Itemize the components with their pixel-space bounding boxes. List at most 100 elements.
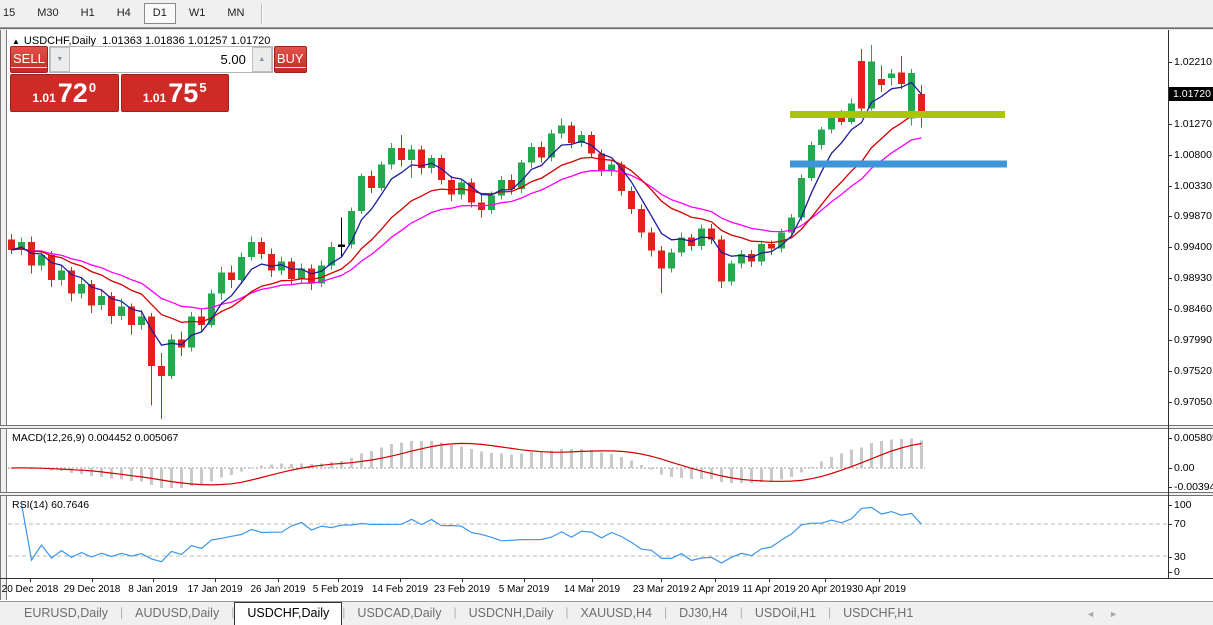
macd-tick-label: 0.00	[1174, 462, 1194, 474]
macd-histogram-bar	[860, 447, 863, 468]
date-tick-mark	[524, 578, 525, 582]
volume-increase-button[interactable]: ▲	[252, 47, 272, 72]
timeframe-button-15[interactable]: 15	[0, 3, 24, 24]
price-tick-mark	[1168, 309, 1172, 310]
macd-histogram-bar	[240, 468, 243, 471]
macd-histogram-bar	[230, 468, 233, 475]
candle	[158, 353, 165, 419]
macd-histogram-bar	[260, 465, 263, 468]
ma-slow-line	[12, 138, 922, 309]
macd-histogram-bar	[720, 468, 723, 482]
price-tick-mark	[1168, 247, 1172, 248]
candle	[298, 264, 305, 284]
macd-histogram-bar	[280, 464, 283, 469]
macd-histogram-bar	[890, 439, 893, 468]
candle	[338, 218, 345, 258]
macd-histogram-bar	[160, 468, 163, 488]
candle	[728, 260, 735, 285]
macd-histogram-bar	[540, 452, 543, 468]
date-tick-mark	[338, 578, 339, 582]
buy-price-box[interactable]: 1.01 75 5	[121, 74, 230, 112]
candle	[378, 161, 385, 191]
macd-histogram-bar	[480, 452, 483, 468]
sell-price-box[interactable]: 1.01 72 0	[10, 74, 119, 112]
sell-button[interactable]: SELL	[10, 46, 48, 73]
sell-price-pip: 0	[89, 80, 96, 95]
macd-histogram-bar	[340, 461, 343, 468]
timeframe-button-mn[interactable]: MN	[218, 3, 253, 24]
rsi-line	[22, 504, 922, 563]
date-label: 20 Apr 2019	[798, 584, 852, 595]
panel-separator[interactable]	[0, 492, 1213, 496]
macd-histogram-bar	[500, 453, 503, 468]
macd-value-main: 0.004452	[88, 432, 132, 444]
macd-histogram-bar	[820, 462, 823, 468]
macd-histogram-bar	[780, 468, 783, 480]
candle	[398, 135, 405, 167]
support-line[interactable]	[790, 161, 1007, 168]
date-tick-mark	[592, 578, 593, 582]
macd-histogram-bar	[680, 468, 683, 478]
expand-triangle-icon[interactable]: ▲	[12, 37, 20, 46]
candle	[818, 127, 825, 149]
macd-histogram-bar	[70, 468, 73, 473]
macd-histogram-bar	[290, 464, 293, 468]
volume-decrease-button[interactable]: ▼	[50, 47, 70, 72]
date-label: 8 Jan 2019	[128, 584, 178, 595]
rsi-tick-label: 0	[1174, 566, 1180, 578]
panel-separator[interactable]	[0, 425, 1213, 429]
date-label: 30 Apr 2019	[852, 584, 906, 595]
candle	[738, 250, 745, 268]
date-label: 5 Feb 2019	[313, 584, 364, 595]
date-tick-mark	[462, 578, 463, 582]
macd-histogram-bar	[810, 467, 813, 468]
tab-audusd-daily[interactable]: AUDUSD,Daily	[123, 602, 231, 625]
macd-histogram-bar	[140, 468, 143, 482]
macd-histogram-bar	[590, 450, 593, 468]
timeframe-button-h1[interactable]: H1	[72, 3, 104, 24]
rsi-indicator-canvas[interactable]	[0, 496, 1168, 578]
toolbar-separator	[261, 4, 263, 24]
macd-tick-label: 0.005805	[1174, 432, 1213, 444]
rsi-tick-mark	[1168, 557, 1172, 558]
tab-usdcad-daily[interactable]: USDCAD,Daily	[345, 602, 453, 625]
chart-tab-bar: EURUSD,Daily|AUDUSD,Daily|USDCHF,Daily|U…	[0, 601, 1213, 625]
tab-usdchf-daily[interactable]: USDCHF,Daily	[234, 602, 342, 625]
macd-histogram-bar	[610, 454, 613, 468]
volume-input[interactable]	[70, 47, 252, 72]
resistance-line[interactable]	[790, 111, 1005, 118]
candle	[358, 173, 365, 214]
timeframe-button-d1[interactable]: D1	[144, 3, 176, 24]
timeframe-button-w1[interactable]: W1	[180, 3, 215, 24]
candle	[538, 142, 545, 163]
tab-scroll-right-icon[interactable]: ►	[1109, 609, 1118, 619]
candle	[668, 249, 675, 273]
tab-usdchf-h1[interactable]: USDCHF,H1	[831, 602, 925, 625]
rsi-tick-mark	[1168, 524, 1172, 525]
date-label: 14 Feb 2019	[372, 584, 428, 595]
price-tick-mark	[1168, 216, 1172, 217]
macd-histogram-bar	[150, 468, 153, 485]
candle	[608, 160, 615, 176]
buy-button[interactable]: BUY	[274, 46, 307, 73]
candle	[878, 66, 885, 92]
tab-usdcnh-daily[interactable]: USDCNH,Daily	[457, 602, 566, 625]
price-tick-label: 0.97990	[1174, 334, 1212, 346]
date-label: 23 Feb 2019	[434, 584, 490, 595]
candle	[308, 264, 315, 290]
timeframe-button-m30[interactable]: M30	[28, 3, 67, 24]
macd-histogram-bar	[850, 450, 853, 468]
tab-usdoil-h1[interactable]: USDOil,H1	[743, 602, 828, 625]
candle	[98, 290, 105, 310]
sell-price-prefix: 1.01	[32, 91, 55, 105]
candle	[628, 187, 635, 215]
tab-scroll-left-icon[interactable]: ◄	[1086, 609, 1095, 619]
tab-dj30-h4[interactable]: DJ30,H4	[667, 602, 740, 625]
timeframe-button-h4[interactable]: H4	[108, 3, 140, 24]
tab-eurusd-daily[interactable]: EURUSD,Daily	[12, 602, 120, 625]
tab-xauusd-h4[interactable]: XAUUSD,H4	[568, 602, 664, 625]
macd-histogram-bar	[730, 468, 733, 483]
candle	[218, 267, 225, 300]
candle	[468, 179, 475, 208]
date-tick-mark	[661, 578, 662, 582]
